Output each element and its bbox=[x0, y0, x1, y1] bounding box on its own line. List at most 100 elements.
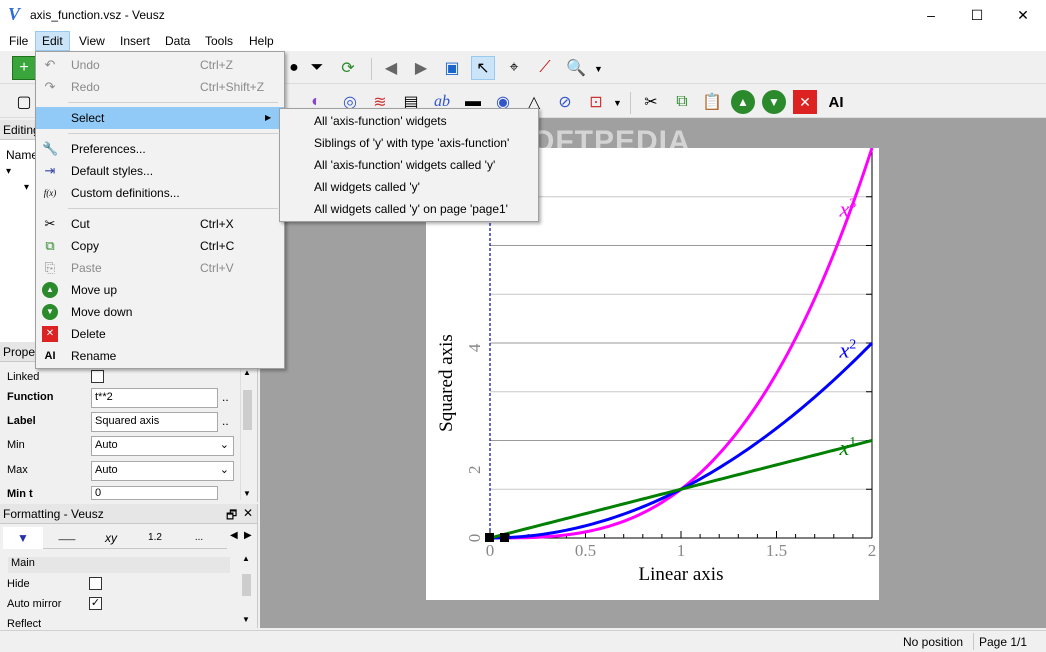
menu-item-redo[interactable]: ↷ Redo Ctrl+Shift+Z bbox=[36, 76, 284, 98]
tab-line[interactable]: ___ bbox=[47, 527, 87, 549]
zoom-graph-icon[interactable]: ▣ bbox=[440, 56, 464, 80]
menu-view[interactable]: View bbox=[73, 31, 111, 51]
y-tick-label: 4 bbox=[465, 343, 484, 352]
reflect-label: Reflect bbox=[7, 618, 42, 627]
menu-insert[interactable]: Insert bbox=[114, 31, 156, 51]
properties-scrollbar[interactable]: ▲ ▼ bbox=[240, 366, 254, 500]
formatting-panel-header: Formatting - Veusz bbox=[0, 504, 257, 524]
function-more-button[interactable]: .. bbox=[222, 390, 229, 404]
status-position: No position bbox=[903, 635, 964, 649]
pointer-icon[interactable]: ↖ bbox=[471, 56, 495, 80]
max-select[interactable]: Auto ⌄ bbox=[91, 461, 234, 481]
tree-expand-icon[interactable]: ▾ bbox=[6, 166, 11, 177]
hide-label: Hide bbox=[7, 578, 30, 590]
select-submenu: All 'axis-function' widgets Siblings of … bbox=[279, 108, 539, 222]
move-up-icon[interactable]: ▲ bbox=[731, 90, 755, 114]
close-button[interactable]: ✕ bbox=[1000, 0, 1046, 31]
chevron-down-icon[interactable]: ▼ bbox=[613, 98, 622, 108]
menu-edit[interactable]: Edit bbox=[35, 31, 70, 51]
submenu-item-called-y-on-page[interactable]: All widgets called 'y' on page 'page1' bbox=[280, 198, 538, 220]
scrollbar-thumb[interactable] bbox=[243, 390, 252, 430]
next-page-icon[interactable]: ▶ bbox=[409, 56, 433, 80]
chevron-right-icon[interactable]: ▶ bbox=[244, 530, 252, 541]
submenu-item-all-axis-function[interactable]: All 'axis-function' widgets bbox=[280, 110, 538, 132]
rectangle-icon[interactable]: ⊡ bbox=[584, 90, 608, 114]
menu-item-undo[interactable]: ↶ Undo Ctrl+Z bbox=[36, 54, 284, 76]
menu-item-delete[interactable]: ✕ Delete bbox=[36, 323, 284, 345]
copy-icon[interactable]: ⧉ bbox=[670, 90, 694, 114]
tab-axis-label[interactable]: xy bbox=[91, 527, 131, 549]
section-header: Main bbox=[8, 557, 230, 573]
x-tick-label: 0.5 bbox=[575, 541, 596, 560]
undo-icon: ↶ bbox=[44, 57, 56, 72]
menu-item-select[interactable]: Select ▶ bbox=[36, 107, 284, 129]
zoom-menu-icon[interactable]: 🔍 bbox=[564, 56, 588, 80]
title-bar: V axis_function.vsz - Veusz – ☐ ✕ bbox=[0, 0, 1046, 31]
paste-icon: ⎘ bbox=[44, 260, 56, 275]
filter-icon[interactable]: ⏷ bbox=[305, 56, 329, 80]
wrench-icon: 🔧 bbox=[42, 141, 59, 156]
chevron-down-icon[interactable]: ▼ bbox=[594, 64, 603, 74]
curve-icon[interactable]: ● bbox=[282, 56, 306, 80]
move-down-icon[interactable]: ▼ bbox=[762, 90, 786, 114]
label-input[interactable]: Squared axis bbox=[91, 412, 218, 432]
menu-data[interactable]: Data bbox=[159, 31, 196, 51]
menu-item-rename[interactable]: AI Rename bbox=[36, 345, 284, 367]
maximize-button[interactable]: ☐ bbox=[954, 0, 1000, 31]
hide-checkbox[interactable] bbox=[89, 577, 102, 590]
scrollbar-thumb[interactable] bbox=[242, 574, 251, 596]
tab-more[interactable]: ... bbox=[179, 527, 219, 549]
delete-icon[interactable]: ✕ bbox=[793, 90, 817, 114]
menu-item-default-styles[interactable]: ⇥ Default styles... bbox=[36, 160, 284, 182]
rename-icon[interactable]: AI bbox=[824, 90, 848, 114]
crosshair-icon[interactable]: ⌖ bbox=[502, 56, 526, 80]
function-input[interactable]: t**2 bbox=[91, 388, 218, 408]
submenu-item-siblings[interactable]: Siblings of 'y' with type 'axis-function… bbox=[280, 132, 538, 154]
menu-item-preferences[interactable]: 🔧 Preferences... bbox=[36, 138, 284, 160]
series-label: x2 bbox=[839, 338, 857, 363]
auto-mirror-checkbox[interactable]: ✓ bbox=[89, 597, 102, 610]
graph-zoom-icon[interactable]: ⟋ bbox=[533, 56, 557, 80]
x-tick-label: 1 bbox=[677, 541, 686, 560]
cut-icon[interactable]: ✂ bbox=[639, 90, 663, 114]
menu-help[interactable]: Help bbox=[243, 31, 280, 51]
chevron-down-icon: ⌄ bbox=[219, 464, 229, 476]
reload-icon[interactable]: ⟳ bbox=[336, 56, 360, 80]
label-more-button[interactable]: .. bbox=[222, 414, 229, 428]
styles-icon: ⇥ bbox=[44, 163, 56, 178]
new-document-icon[interactable]: + bbox=[12, 56, 36, 80]
formatting-scrollbar[interactable]: ▲ ▼ bbox=[240, 554, 254, 626]
cut-icon: ✂ bbox=[44, 216, 56, 231]
min-t-input[interactable]: 0 bbox=[91, 486, 218, 500]
close-icon[interactable]: ✕ bbox=[243, 506, 253, 520]
minimize-button[interactable]: – bbox=[908, 0, 954, 31]
chevron-left-icon[interactable]: ◀ bbox=[230, 530, 238, 541]
tab-main[interactable]: ▼ bbox=[3, 527, 43, 549]
submenu-item-all-called-y[interactable]: All widgets called 'y' bbox=[280, 176, 538, 198]
selection-handle bbox=[500, 533, 509, 542]
tree-expand-icon[interactable]: ▾ bbox=[24, 182, 29, 193]
auto-mirror-label: Auto mirror bbox=[7, 598, 62, 610]
float-icon[interactable]: 🗗 bbox=[226, 506, 237, 527]
menu-item-copy[interactable]: ⧉ Copy Ctrl+C bbox=[36, 235, 284, 257]
submenu-item-axis-function-called-y[interactable]: All 'axis-function' widgets called 'y' bbox=[280, 154, 538, 176]
previous-page-icon[interactable]: ◀ bbox=[379, 56, 403, 80]
menu-item-move-up[interactable]: ▲ Move up bbox=[36, 279, 284, 301]
chevron-down-icon: ⌄ bbox=[219, 439, 229, 451]
min-label: Min bbox=[7, 439, 25, 451]
menu-item-paste[interactable]: ⎘ Paste Ctrl+V bbox=[36, 257, 284, 279]
menu-item-cut[interactable]: ✂ Cut Ctrl+X bbox=[36, 213, 284, 235]
menu-tools[interactable]: Tools bbox=[199, 31, 239, 51]
min-select[interactable]: Auto ⌄ bbox=[91, 436, 234, 456]
paste-icon[interactable]: 📋 bbox=[700, 90, 724, 114]
menu-item-move-down[interactable]: ▼ Move down bbox=[36, 301, 284, 323]
move-up-icon: ▲ bbox=[42, 282, 58, 298]
function-icon: f(x) bbox=[43, 188, 57, 198]
shape-icon[interactable]: ⊘ bbox=[553, 90, 577, 114]
menu-file[interactable]: File bbox=[3, 31, 34, 51]
linked-checkbox[interactable] bbox=[91, 370, 104, 383]
menu-item-custom-definitions[interactable]: f(x) Custom definitions... bbox=[36, 182, 284, 204]
page-icon[interactable]: ▢ bbox=[12, 90, 36, 114]
chevron-down-icon: ▼ bbox=[242, 615, 250, 624]
tab-tick-labels[interactable]: 1.2 bbox=[135, 527, 175, 549]
